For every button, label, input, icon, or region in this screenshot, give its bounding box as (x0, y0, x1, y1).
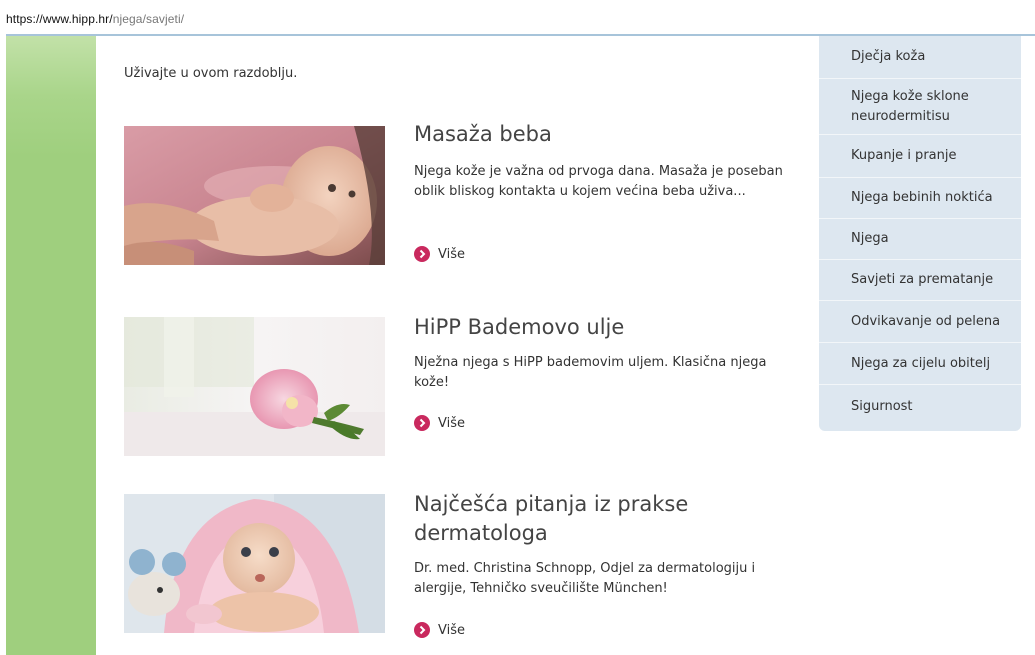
article-description: Njega kože je važna od prvoga dana. Masa… (414, 164, 783, 199)
article-image-baby-massage[interactable] (124, 126, 385, 265)
address-bar[interactable]: https://www.hipp.hr/njega/savjeti/ (0, 0, 1035, 34)
url-host: https://www.hipp.hr/ (6, 12, 113, 26)
sidebar-item-sigurnost[interactable]: Sigurnost (819, 385, 1021, 429)
sidebar-item-kupanje[interactable]: Kupanje i pranje (819, 135, 1021, 178)
more-link-label: Više (438, 415, 465, 431)
sidebar-item-njega[interactable]: Njega (819, 219, 1021, 260)
article-title[interactable]: Najčešća pitanja iz prakse dermatologa (414, 490, 804, 548)
chevron-right-circle-icon (414, 622, 430, 638)
article-title[interactable]: HiPP Bademovo ulje (414, 313, 804, 342)
url-path: njega/savjeti/ (112, 12, 185, 26)
article-description: Dr. med. Christina Schnopp, Odjel za der… (414, 561, 756, 596)
chevron-right-circle-icon (414, 415, 430, 431)
article-image-baby-towel[interactable] (124, 494, 385, 633)
sidebar-item-odvikavanje[interactable]: Odvikavanje od pelena (819, 301, 1021, 343)
article-description: Nježna njega s HiPP bademovim uljem. Kla… (414, 355, 767, 390)
url-text[interactable]: https://www.hipp.hr/njega/savjeti/ (6, 12, 184, 26)
sidebar-item-neurodermitis[interactable]: Njega kože sklone neurodermitisu (819, 79, 1021, 135)
more-link[interactable]: Više (414, 621, 465, 639)
more-link[interactable]: Više (414, 245, 465, 263)
more-link-label: Više (438, 622, 465, 638)
more-link[interactable]: Više (414, 414, 465, 432)
sidebar-item-djecja-koza[interactable]: Dječja koža (819, 36, 1021, 79)
article-title[interactable]: Masaža beba (414, 120, 804, 149)
sidebar-item-nokti[interactable]: Njega bebinih noktića (819, 178, 1021, 219)
sidebar-nav: Dječja koža Njega kože sklone neurodermi… (819, 36, 1021, 431)
more-link-label: Više (438, 246, 465, 262)
article-image-flower[interactable] (124, 317, 385, 456)
left-green-bar (6, 36, 96, 655)
chevron-right-circle-icon (414, 246, 430, 262)
intro-text: Uživajte u ovom razdoblju. (124, 66, 298, 81)
sidebar-item-obitelj[interactable]: Njega za cijelu obitelj (819, 343, 1021, 385)
sidebar-item-prematanje[interactable]: Savjeti za prematanje (819, 260, 1021, 301)
